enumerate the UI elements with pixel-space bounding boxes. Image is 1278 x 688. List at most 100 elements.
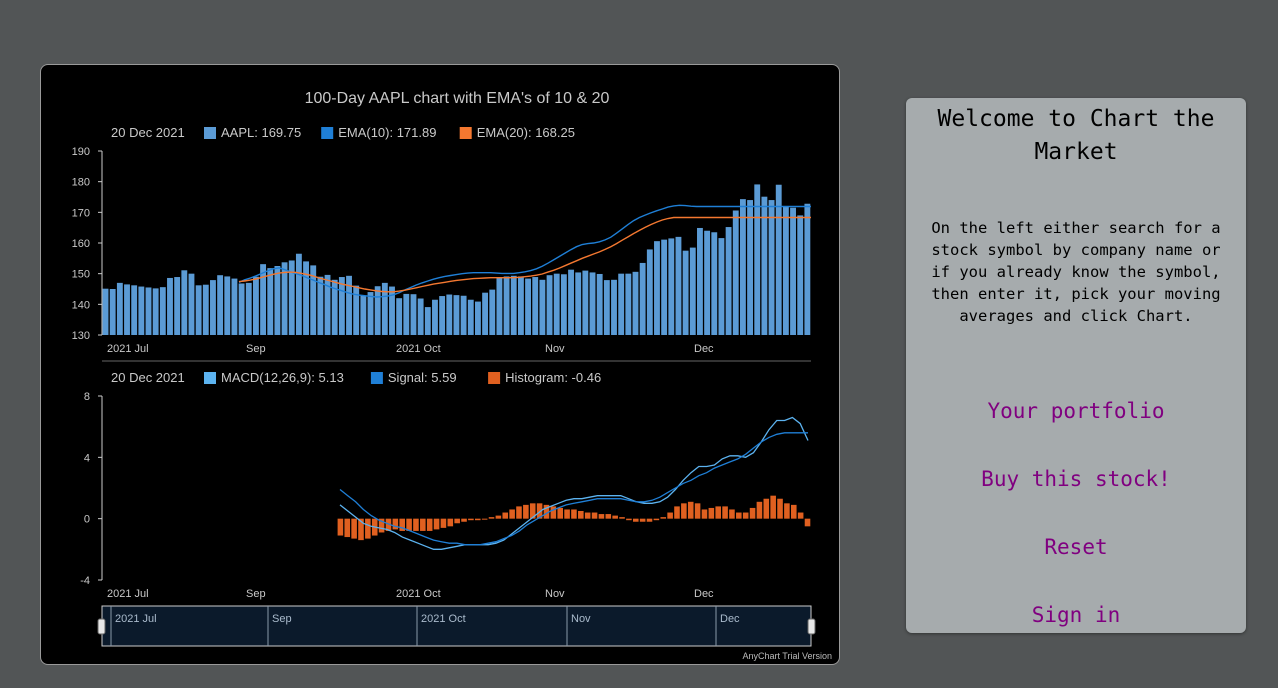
price-bar [797,215,804,335]
histogram-bar [488,517,495,519]
price-bar [159,287,166,335]
histogram-bar [564,509,570,519]
histogram-bar [571,509,577,519]
legend-item: MACD(12,26,9): 5.13 [221,370,344,385]
price-bar [804,203,811,335]
price-bar [675,236,682,335]
price-bar [188,273,195,335]
histogram-bar [722,506,728,519]
histogram-bar [516,506,522,519]
histogram-bar [468,518,474,521]
price-bar [489,289,496,335]
price-bar [668,238,675,335]
price-bar [424,307,431,335]
navigator-left-handle[interactable] [97,618,106,635]
y-tick-label: 140 [72,299,90,311]
price-bar [381,282,388,335]
histogram-bar [495,515,502,519]
y-tick-label: 130 [72,330,90,342]
price-bar [496,277,503,335]
y-tick-label: 8 [84,391,90,403]
price-bar [661,239,668,335]
price-bar [532,277,539,335]
price-bar [231,278,238,335]
price-bar [732,210,739,335]
y-tick-label: 0 [84,514,90,526]
buy-stock-link[interactable]: Buy this stock! [906,466,1246,492]
histogram-bar [770,495,776,519]
price-bar [718,238,725,335]
histogram-bar [742,512,749,519]
price-bar [768,200,775,335]
price-bar [124,284,130,335]
price-bar [303,261,309,335]
y-tick-label: 180 [72,177,90,189]
histogram-bar [591,512,598,519]
histogram-bar [502,512,509,519]
histogram-bar [660,517,667,519]
histogram-bar [632,518,639,522]
histogram-bar [578,511,584,519]
price-bar [245,282,252,335]
navigator-label: 2021 Jul [115,613,157,625]
price-bar [389,286,395,335]
range-navigator[interactable]: 2021 Jul Sep 2021 Oct Nov Dec [97,605,816,647]
price-bar [367,292,374,335]
stock-chart[interactable]: 100-Day AAPL chart with EMA's of 10 & 20… [41,65,840,665]
price-bar [116,282,123,335]
y-tick-label: 190 [72,146,90,158]
navigator-right-handle[interactable] [807,618,816,635]
legend-swatch [488,372,501,384]
price-bar [575,272,582,335]
legend-swatch [204,372,216,384]
legend-swatch [370,372,383,384]
price-bar [639,262,646,335]
price-bar [195,285,202,335]
histogram-bar [736,512,742,519]
x-tick-label: Dec [694,588,714,600]
histogram-bar [413,518,419,531]
histogram-bar [715,506,721,519]
price-bar [338,277,345,335]
price-bar [553,273,560,335]
price-bar [539,279,546,335]
price-bar [517,276,524,335]
your-portfolio-link[interactable]: Your portfolio [906,398,1246,424]
price-bar [725,227,732,335]
histogram-bar [447,518,454,527]
price-bar [417,298,424,335]
histogram-bar [523,504,529,519]
histogram-bar [804,518,811,527]
price-bar [109,289,116,335]
y-tick-label: 150 [72,269,90,281]
sign-in-link[interactable]: Sign in [906,602,1246,628]
macd-plot: 20 Dec 2021 MACD(12,26,9): 5.13 Signal: 5.… [80,370,811,600]
price-bar [747,200,754,335]
price-bar [782,206,789,335]
price-bar [152,288,159,335]
histogram-bar [392,518,399,530]
price-bar [503,276,510,335]
price-bar [210,280,216,335]
x-tick-label: 2021 Jul [107,343,149,355]
x-tick-label: Sep [246,588,266,600]
histogram-bar [351,518,357,539]
legend-item: EMA(20): 168.25 [477,125,575,140]
histogram-bar [461,518,467,522]
price-bar [790,207,796,335]
price-bar [353,285,360,335]
histogram-bar [667,512,673,519]
histogram-bar [681,503,687,519]
histogram-bar [605,514,612,519]
welcome-title: Welcome to Chart the Market [937,106,1215,165]
histogram-bar [509,509,515,519]
reset-link[interactable]: Reset [906,534,1246,560]
price-bar [775,184,782,335]
price-bar [181,270,188,335]
legend-date: 20 Dec 2021 [111,125,185,140]
price-bar [252,276,259,335]
legend-swatch [459,127,472,139]
price-bar [238,283,245,335]
histogram-bar [653,518,660,521]
histogram-bar [474,518,481,521]
